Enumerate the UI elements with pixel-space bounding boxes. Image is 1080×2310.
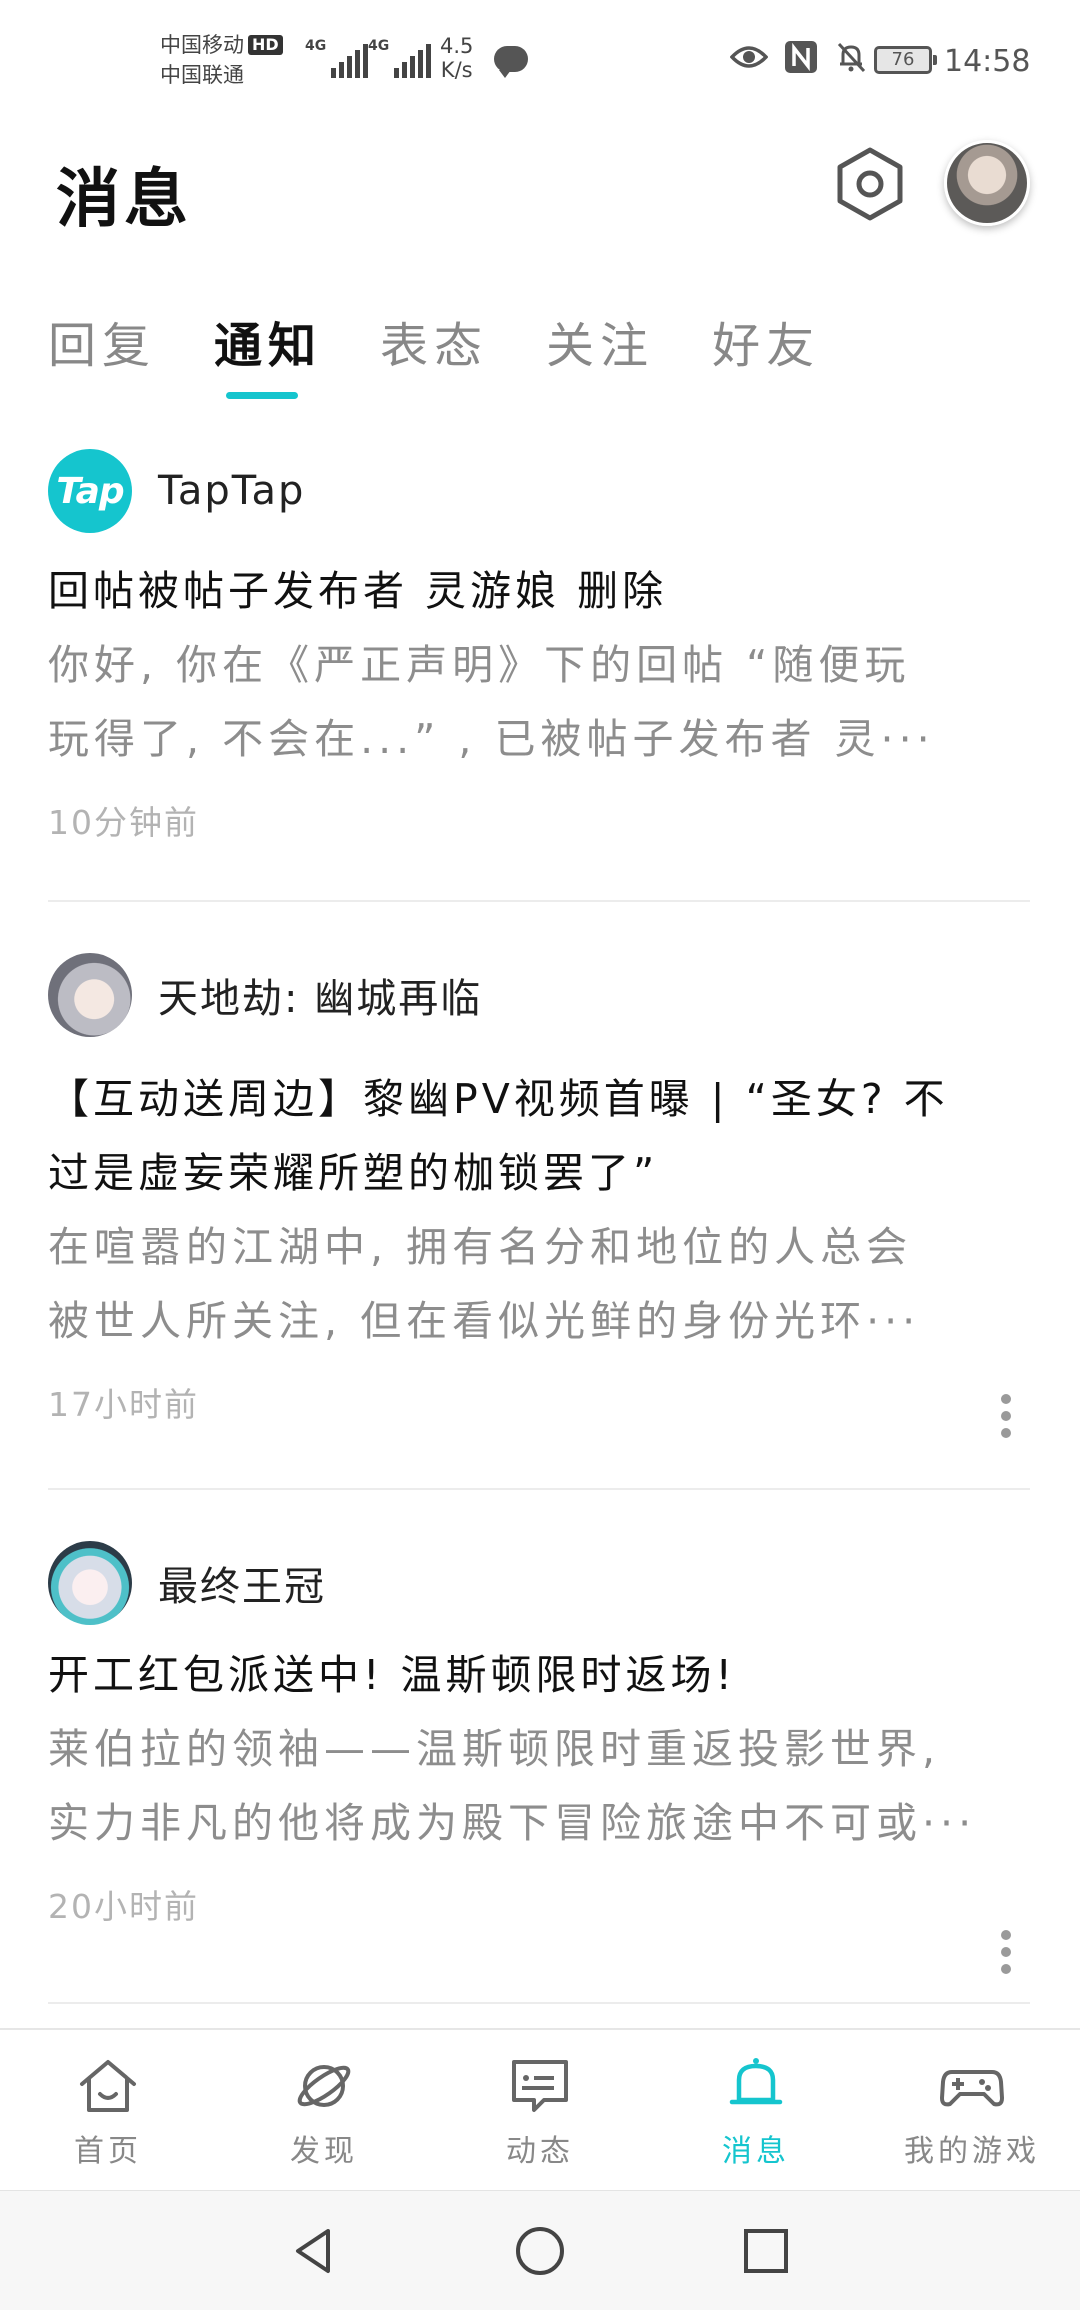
notification-time: 20小时前 <box>48 1887 199 1926</box>
active-tab-indicator <box>226 392 298 399</box>
notification-body-line: 你好, 你在《严正声明》下的回帖 “随便玩 <box>48 641 911 689</box>
notification-item[interactable]: 最终王冠 开工红包派送中! 温斯顿限时返场! 莱伯拉的领袖——温斯顿限时重返投影… <box>48 1540 1030 1974</box>
notification-header: 最终王冠 <box>48 1540 1030 1626</box>
tab-friends[interactable]: 好友 <box>712 306 820 376</box>
clock: 14:58 <box>944 44 1031 79</box>
nav-home[interactable]: 首页 <box>0 2030 216 2188</box>
taptap-logo-icon: Tap <box>48 449 132 533</box>
status-icons <box>730 40 868 74</box>
game-avatar <box>48 953 132 1037</box>
messages-page: 中国移动 HD 中国联通 4G 4G 4.5 K/s 76 14:58 消息 回… <box>0 0 1080 2310</box>
chat-icon <box>512 2060 568 2112</box>
signal-strength-icon: 4G <box>305 38 369 78</box>
notification-body-line: 实力非凡的他将成为殿下冒险旅途中不可或··· <box>48 1799 977 1847</box>
eye-icon <box>730 46 768 68</box>
notification-title: 开工红包派送中! 温斯顿限时返场! <box>48 1651 736 1699</box>
gamepad-icon <box>940 2070 1004 2107</box>
notification-body: 在喧嚣的江湖中, 拥有名分和地位的人总会 被世人所关注, 但在看似光鲜的身份光环… <box>48 1210 1030 1358</box>
notification-source: 天地劫: 幽城再临 <box>158 976 483 1022</box>
notification-body-line: 被世人所关注, 但在看似光鲜的身份光环··· <box>48 1297 921 1345</box>
bell-icon <box>729 2058 783 2105</box>
carrier-1: 中国移动 <box>160 33 244 57</box>
more-options-icon[interactable] <box>994 1386 1018 1446</box>
nav-label: 动态 <box>506 2134 574 2169</box>
notification-source: TapTap <box>158 468 306 514</box>
divider <box>48 2002 1030 2004</box>
network-type-1: 4G <box>305 38 327 54</box>
notification-item[interactable]: Tap TapTap 回帖被帖子发布者 灵游娘 删除 你好, 你在《严正声明》下… <box>48 448 1030 844</box>
signal-strength-icon: 4G <box>368 38 432 78</box>
notification-time: 17小时前 <box>48 1385 199 1424</box>
notification-header: 天地劫: 幽城再临 <box>48 952 1030 1038</box>
notification-body-line: 莱伯拉的领袖——温斯顿限时重返投影世界, <box>48 1725 941 1773</box>
net-speed-unit: K/s <box>440 58 473 82</box>
nav-my-games[interactable]: 我的游戏 <box>864 2030 1080 2188</box>
settings-button[interactable] <box>830 144 910 224</box>
tab-reply[interactable]: 回复 <box>48 306 156 376</box>
notification-title: 【互动送周边】黎幽PV视频首曝 | “圣女? 不 过是虚妄荣耀所塑的枷锁罢了” <box>48 1062 1030 1210</box>
tab-follow[interactable]: 关注 <box>546 306 654 376</box>
notification-time: 10分钟前 <box>48 803 199 842</box>
hd-badge: HD <box>248 35 283 55</box>
nav-feed[interactable]: 动态 <box>432 2030 648 2188</box>
planet-icon <box>297 2065 351 2107</box>
message-notification-icon <box>494 46 528 78</box>
net-speed: 4.5 K/s <box>440 34 473 82</box>
status-bar: 中国移动 HD 中国联通 4G 4G 4.5 K/s 76 14:58 <box>0 0 1080 120</box>
page-title: 消息 <box>56 163 192 237</box>
nfc-icon <box>785 41 817 73</box>
carrier-info: 中国移动 HD 中国联通 <box>160 30 283 90</box>
battery-icon: 76 <box>874 46 937 74</box>
more-options-icon[interactable] <box>994 1922 1018 1982</box>
system-navigation-bar <box>0 2190 1080 2310</box>
notification-body-line: 在喧嚣的江湖中, 拥有名分和地位的人总会 <box>48 1223 913 1271</box>
notification-title-line: 【互动送周边】黎幽PV视频首曝 | “圣女? 不 <box>48 1075 949 1123</box>
message-tabs: 回复 通知 表态 关注 好友 <box>48 306 820 376</box>
tab-reactions[interactable]: 表态 <box>380 306 488 376</box>
recents-square-icon[interactable] <box>738 2223 794 2279</box>
tab-notifications[interactable]: 通知 <box>214 306 322 376</box>
nav-messages[interactable]: 消息 <box>648 2030 864 2188</box>
bottom-navigation: 首页 发现 动态 消息 我的游戏 <box>0 2028 1080 2188</box>
game-avatar <box>48 1541 132 1625</box>
notification-body-line: 玩得了, 不会在...” , 已被帖子发布者 灵··· <box>48 715 935 763</box>
notification-body: 你好, 你在《严正声明》下的回帖 “随便玩 玩得了, 不会在...” , 已被帖… <box>48 628 1030 776</box>
carrier-2: 中国联通 <box>160 63 244 87</box>
settings-hexagon-icon <box>837 147 903 221</box>
user-avatar[interactable] <box>944 140 1030 226</box>
home-icon <box>80 2060 136 2112</box>
notification-title-line: 过是虚妄荣耀所塑的枷锁罢了” <box>48 1149 659 1197</box>
network-type-2: 4G <box>368 38 390 54</box>
net-speed-value: 4.5 <box>440 34 474 58</box>
nav-label: 消息 <box>722 2134 790 2169</box>
notification-title: 回帖被帖子发布者 灵游娘 删除 <box>48 567 668 615</box>
nav-label: 我的游戏 <box>904 2134 1040 2169</box>
back-icon[interactable] <box>286 2223 342 2279</box>
notification-item[interactable]: 天地劫: 幽城再临 【互动送周边】黎幽PV视频首曝 | “圣女? 不 过是虚妄荣… <box>48 952 1030 1438</box>
nav-label: 发现 <box>290 2134 358 2169</box>
mute-bell-icon <box>837 42 866 73</box>
nav-discover[interactable]: 发现 <box>216 2030 432 2188</box>
notification-source: 最终王冠 <box>158 1564 326 1610</box>
nav-label: 首页 <box>74 2134 142 2169</box>
home-circle-icon[interactable] <box>512 2223 568 2279</box>
divider <box>48 900 1030 902</box>
notification-body: 莱伯拉的领袖——温斯顿限时重返投影世界, 实力非凡的他将成为殿下冒险旅途中不可或… <box>48 1712 1030 1860</box>
divider <box>48 1488 1030 1490</box>
notification-header: Tap TapTap <box>48 448 1030 534</box>
